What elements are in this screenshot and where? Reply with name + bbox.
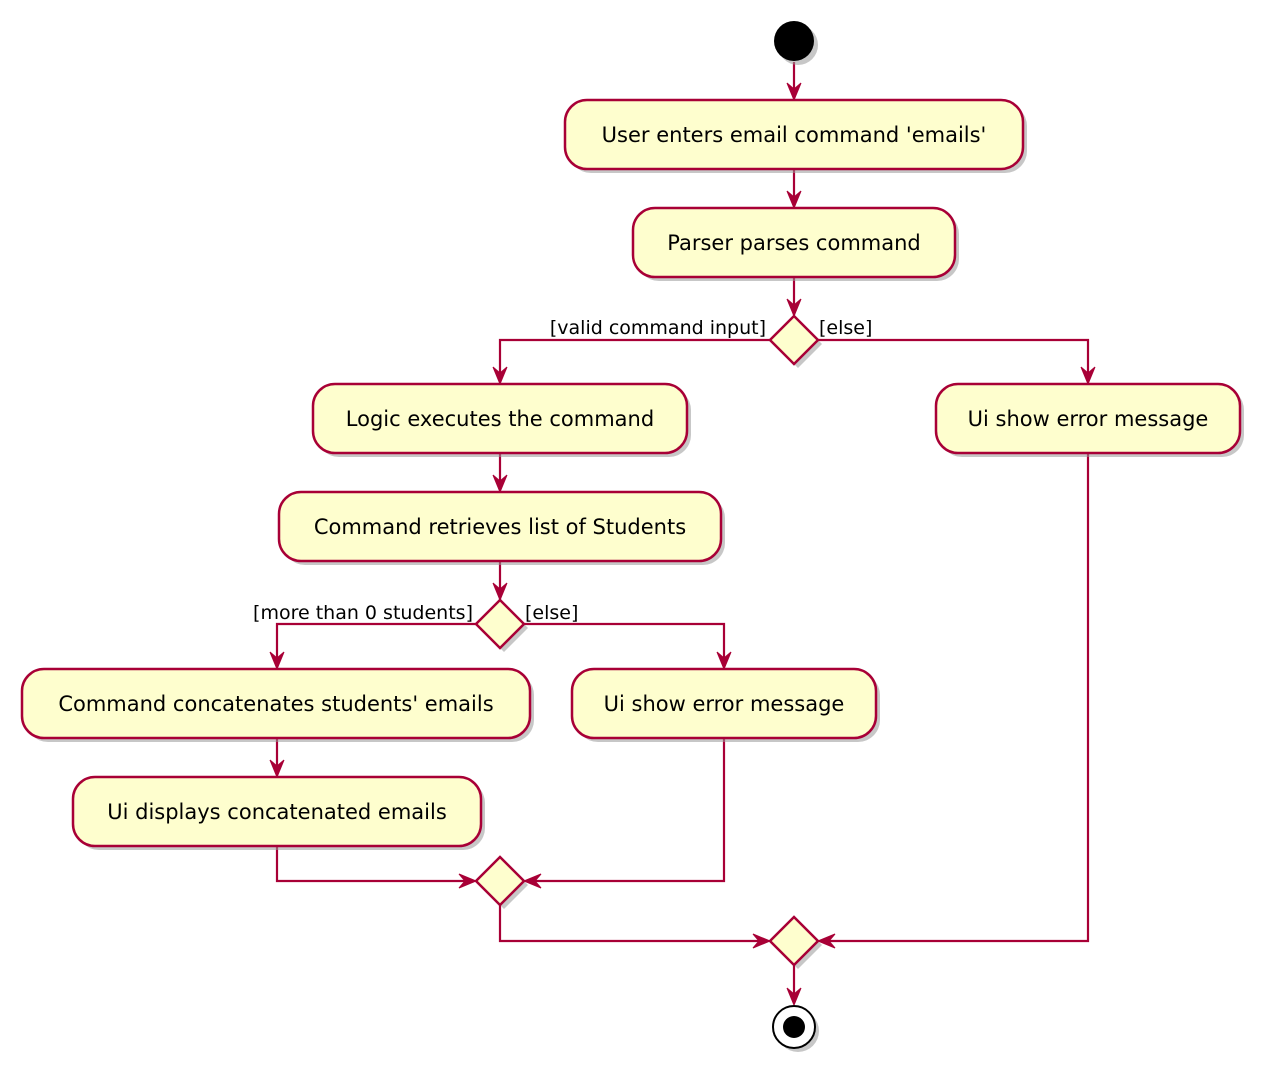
edge-merge-inner-to-merge-outer [498, 905, 768, 943]
decision-valid-command [768, 314, 822, 368]
action-label: User enters email command 'emails' [602, 123, 987, 147]
edge-decision-to-ui-error-middle [524, 622, 726, 667]
action-label: Command concatenates students' emails [58, 692, 493, 716]
decision-students-count [474, 598, 528, 652]
action-label: Command retrieves list of Students [314, 515, 686, 539]
merge-diamond-icon [474, 855, 526, 907]
merge-outer [768, 915, 822, 969]
merge-diamond-icon [768, 915, 820, 967]
action-ui-error-right: Ui show error message [934, 382, 1244, 457]
action-label: Ui show error message [968, 407, 1209, 431]
action-ui-error-middle: Ui show error message [570, 667, 880, 742]
edge-displays-to-merge-inner [275, 846, 474, 883]
guard-else-right: [else] [819, 317, 872, 339]
end-node [772, 1005, 819, 1052]
action-ui-displays: Ui displays concatenated emails [71, 775, 485, 850]
edge-decision-to-ui-error-right [818, 338, 1090, 382]
action-parser-parses: Parser parses command [631, 206, 959, 281]
decision-diamond-icon [474, 598, 526, 650]
initial-node-icon [774, 21, 814, 61]
action-label: Logic executes the command [346, 407, 654, 431]
action-command-concatenates: Command concatenates students' emails [20, 667, 534, 742]
guard-else-middle: [else] [525, 602, 578, 624]
action-label: Parser parses command [667, 231, 921, 255]
edge-decision-to-concatenates [275, 622, 476, 667]
decision-diamond-icon [768, 314, 820, 366]
guard-more-than-zero-students: [more than 0 students] [253, 602, 473, 624]
final-node-dot-icon [783, 1016, 805, 1038]
edge-ui-error-middle-to-merge-inner [526, 738, 726, 883]
action-user-enters: User enters email command 'emails' [563, 98, 1027, 173]
action-logic-executes: Logic executes the command [311, 382, 691, 457]
start-node [774, 21, 818, 65]
merge-inner [474, 855, 528, 909]
edge-decision-to-logic [498, 338, 770, 382]
action-command-retrieves: Command retrieves list of Students [277, 490, 725, 565]
action-label: Ui show error message [604, 692, 845, 716]
guard-valid-command-input: [valid command input] [550, 317, 766, 339]
activity-diagram: User enters email command 'emails' Parse… [20, 21, 1244, 1052]
action-label: Ui displays concatenated emails [107, 800, 447, 824]
